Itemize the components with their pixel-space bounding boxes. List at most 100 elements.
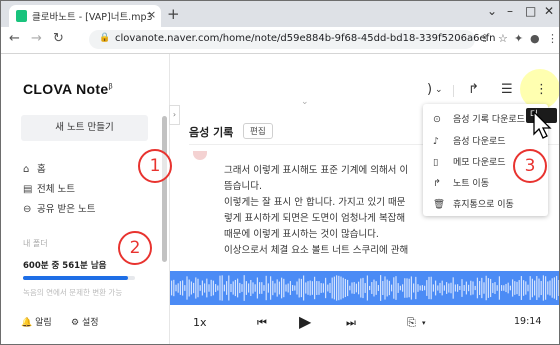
waveform-bar [175, 284, 177, 292]
minimize-icon[interactable]: – [507, 4, 513, 18]
waveform-bar [256, 277, 258, 299]
memo-download-icon: ▯ [433, 157, 439, 168]
waveform-bar [406, 278, 408, 298]
waveform-bar [424, 285, 426, 291]
waveform-bar [311, 281, 313, 295]
edit-button[interactable]: 편집 [243, 123, 273, 139]
waveform-bar [459, 285, 461, 291]
skip-back-icon[interactable]: ⏮ [257, 316, 267, 330]
new-note-button[interactable]: 새 노트 만들기 [21, 115, 148, 141]
back-icon[interactable]: ← [9, 31, 20, 46]
sidebar-item-all-notes[interactable]: ▤ 전체 노트 [23, 181, 75, 195]
menu-item-label: 휴지통으로 이동 [453, 200, 514, 210]
alerts-button[interactable]: 🔔 알림 [21, 315, 52, 328]
waveform-bar [272, 280, 274, 296]
waveform-bar [386, 279, 388, 297]
transcript-list-icon[interactable]: ☰ [501, 82, 513, 97]
sidebar-collapse-button[interactable]: › [169, 105, 180, 125]
transcript-line[interactable]: 그래서 이렇게 표시해도 표준 기계에 의해서 이 [224, 162, 408, 176]
waveform-bar [551, 278, 553, 298]
bookmark-icon[interactable]: ⎘ [407, 316, 416, 330]
menu-item-transcript-download[interactable]: ⊙ 음성 기록 다운로드 [433, 112, 525, 125]
waveform-bar [307, 281, 309, 295]
profile-icon[interactable]: ● [530, 32, 540, 45]
settings-button[interactable]: ⚙ 설정 [71, 315, 99, 328]
address-bar: ← → ↻ 🔒 clovanote.naver.com/home/note/d5… [1, 27, 559, 54]
waveform-bar [371, 282, 373, 294]
waveform-bar [553, 277, 555, 299]
waveform-bar [542, 275, 544, 301]
waveform-bar [483, 282, 485, 294]
transcript-line[interactable]: 이상으로서 체결 요소 볼트 너트 스쿠리에 관해 [224, 242, 408, 256]
waveform-bar [388, 280, 390, 296]
waveform-bar [336, 275, 338, 301]
waveform-bar [391, 284, 393, 292]
waveform-bar [171, 280, 173, 296]
alerts-label: 알림 [35, 318, 52, 328]
tab-close-icon[interactable]: × [147, 8, 156, 21]
chevron-down-icon[interactable]: ⌄ [487, 4, 497, 18]
expand-chevron-icon[interactable]: ⌄ [301, 97, 309, 107]
new-tab-button[interactable]: + [167, 5, 180, 23]
gear-icon: ⚙ [71, 318, 80, 328]
skip-forward-icon[interactable]: ⏭ [346, 316, 356, 330]
audio-download-icon: ♪ [433, 136, 440, 147]
sidebar-item-shared[interactable]: ⊖ 공유 받은 노트 [23, 201, 95, 215]
forward-icon[interactable]: → [31, 31, 42, 46]
waveform-bar [259, 282, 261, 294]
reload-icon[interactable]: ↻ [53, 31, 64, 46]
share-icon[interactable]: ↱ [468, 82, 479, 97]
menu-item-label: 노트 이동 [453, 179, 489, 189]
waveform-bar [283, 278, 285, 298]
waveform-bar [292, 285, 294, 291]
chevron-down-icon[interactable]: ⌄ [435, 85, 443, 95]
waveform-bar [432, 284, 434, 292]
waveform-bar [325, 277, 327, 299]
waveform-bar [173, 279, 175, 297]
waveform-bar [190, 281, 192, 295]
menu-item-trash[interactable]: 🗑 휴지통으로 이동 [433, 197, 514, 210]
transcript-line[interactable]: 이렇게는 잘 표시 안 합니다. 가지고 있기 때문 [224, 194, 405, 208]
browser-tab[interactable]: 클로바노트 - [VAP]너트.mp3 × [9, 5, 161, 27]
waveform-bar [276, 279, 278, 297]
maximize-icon[interactable]: □ [525, 4, 536, 18]
sidebar-item-home[interactable]: ⌂ 홈 [23, 161, 46, 175]
waveform-bar [294, 285, 296, 291]
clova-note-logo[interactable]: CLOVA Noteβ [23, 81, 113, 97]
waveform-bar [450, 282, 452, 294]
logo-text: CLOVA Note [23, 81, 109, 97]
waveform-bar [263, 285, 265, 291]
transcript-line[interactable]: 때문에 이렇게 표시하는 것이 많습니다. [224, 226, 379, 240]
window-close-icon[interactable]: ✕ [544, 4, 554, 18]
play-icon[interactable]: ▶ [299, 312, 311, 331]
chevron-down-icon[interactable]: ▾ [422, 319, 426, 327]
waveform-bar [470, 280, 472, 296]
waveform-bar [461, 279, 463, 297]
waveform-bar [512, 279, 514, 297]
share-page-icon[interactable]: ⇪ [480, 32, 489, 45]
menu-item-memo-download[interactable]: ▯ 메모 다운로드 [433, 155, 506, 168]
waveform-bar [193, 282, 195, 294]
browser-menu-icon[interactable]: ⋮ [547, 32, 558, 45]
url-field[interactable]: 🔒 clovanote.naver.com/home/note/d59e884b… [89, 30, 496, 49]
menu-item-move-note[interactable]: ↱ 노트 이동 [433, 176, 489, 189]
menu-item-label: 메모 다운로드 [453, 158, 506, 168]
waveform-bar [404, 278, 406, 298]
waveform-bar [364, 283, 366, 293]
sidebar-scrollbar[interactable] [162, 116, 167, 262]
audio-waveform[interactable] [170, 271, 559, 305]
transcript-line[interactable]: 뜸습니다. [224, 178, 262, 192]
settings-label: 설정 [81, 318, 99, 328]
waveform-bar [399, 285, 401, 291]
waveform-bar [204, 283, 206, 293]
waveform-bar [316, 281, 318, 295]
menu-item-audio-download[interactable]: ♪ 음성 다운로드 [433, 134, 506, 147]
transcript-line[interactable]: 렇게 표시하게 되면은 도면이 엄청나게 복잡해 [224, 210, 405, 224]
extensions-icon[interactable]: ✦ [514, 32, 523, 45]
waveform-bar [417, 284, 419, 292]
waveform-bar [472, 281, 474, 295]
playback-speed-button[interactable]: 1x [193, 316, 207, 329]
more-options-icon[interactable]: ⋮ [535, 82, 548, 97]
menu-item-label: 음성 다운로드 [453, 137, 506, 147]
bookmark-star-icon[interactable]: ☆ [498, 32, 508, 45]
